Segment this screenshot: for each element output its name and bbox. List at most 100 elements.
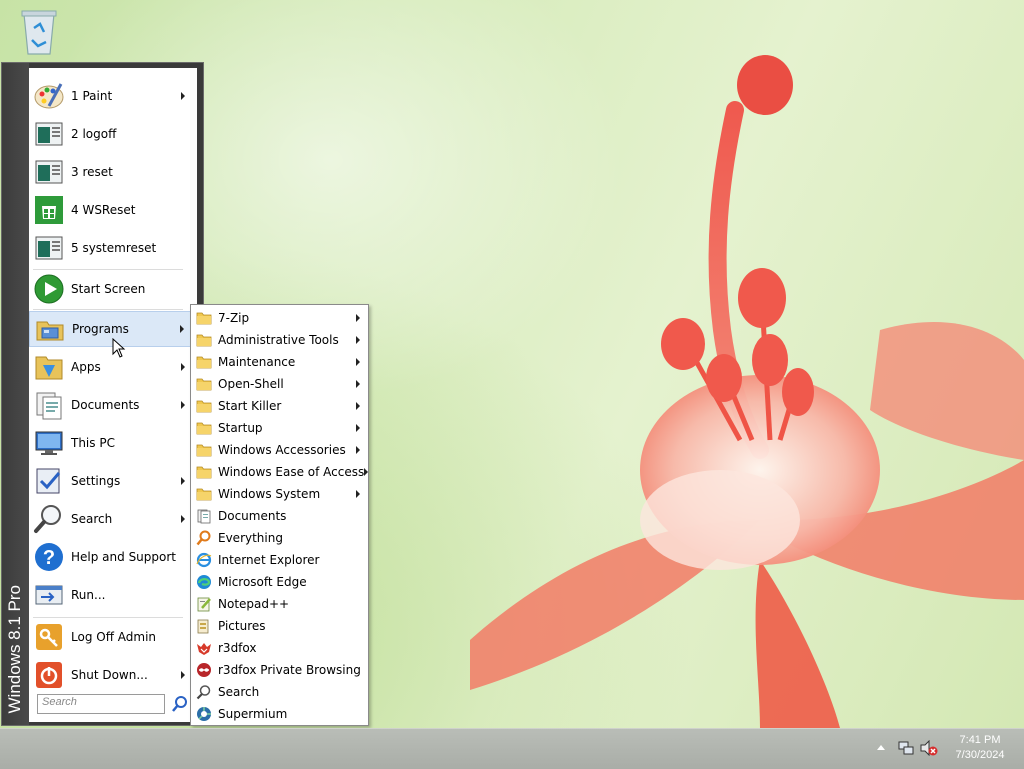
menu-item-log-off[interactable]: Log Off Admin [29, 619, 191, 655]
submenu-item-maintenance[interactable]: Maintenance [193, 351, 366, 373]
submenu-item-windows-ease-of-access[interactable]: Windows Ease of Access [193, 461, 369, 483]
clock-date: 7/30/2024 [955, 749, 1005, 761]
menu-item-wsreset[interactable]: 4 WSReset [29, 192, 191, 228]
submenu-item-label: Start Killer [218, 399, 282, 413]
menu-item-apps[interactable]: Apps [29, 349, 191, 385]
menu-item-label: Help and Support [71, 550, 176, 564]
start-menu-panel: 1 Paint 2 logoff 3 reset 4 WSReset 5 sys… [29, 68, 197, 722]
folder-icon [196, 312, 212, 325]
submenu-arrow-icon [356, 336, 360, 344]
submenu-item-everything[interactable]: Everything [193, 527, 366, 549]
start-menu-brand-bar: Windows 8.1 Pro [2, 63, 29, 725]
menu-item-programs[interactable]: Programs [29, 311, 191, 347]
menu-item-paint[interactable]: 1 Paint [29, 78, 191, 114]
submenu-arrow-icon [356, 314, 360, 322]
clock[interactable]: 7:41 PM 7/30/2024 [948, 733, 1012, 763]
submenu-item-label: r3dfox [218, 641, 257, 655]
submenu-arrow-icon [181, 363, 185, 371]
documents-small-icon [197, 509, 211, 524]
svg-text:?: ? [43, 547, 55, 569]
submenu-item-search[interactable]: Search [193, 681, 366, 703]
menu-item-run[interactable]: Run... [29, 577, 191, 613]
network-icon[interactable] [898, 740, 914, 756]
menu-item-label: Documents [71, 398, 140, 412]
logoff-icon [36, 624, 62, 650]
submenu-item-label: Documents [218, 509, 287, 523]
folder-icon [196, 356, 212, 369]
submenu-item-administrative-tools[interactable]: Administrative Tools [193, 329, 366, 351]
computer-icon [35, 431, 63, 455]
r3dfox-private-icon [197, 663, 211, 677]
folder-icon [196, 444, 212, 457]
submenu-item-7-zip[interactable]: 7-Zip [193, 307, 366, 329]
submenu-item-label: Startup [218, 421, 263, 435]
menu-item-help[interactable]: ? Help and Support [29, 539, 191, 575]
menu-item-systemreset[interactable]: 5 systemreset [29, 230, 191, 266]
folder-icon [196, 488, 212, 501]
submenu-item-label: Open-Shell [218, 377, 284, 391]
submenu-item-startup[interactable]: Startup [193, 417, 366, 439]
settings-icon [36, 468, 61, 494]
submenu-arrow-icon [356, 424, 360, 432]
submenu-item-label: Maintenance [218, 355, 296, 369]
submenu-arrow-icon [181, 515, 185, 523]
submenu-arrow-icon [356, 402, 360, 410]
recycle-bin-icon[interactable] [18, 6, 60, 56]
brand-label: Windows 8.1 Pro [5, 584, 24, 714]
submenu-item-notepad[interactable]: Notepad++ [193, 593, 366, 615]
submenu-item-internet-explorer[interactable]: Internet Explorer [193, 549, 366, 571]
shortcut-icon [35, 160, 63, 184]
volume-muted-icon[interactable] [920, 740, 938, 756]
submenu-item-label: Windows Accessories [218, 443, 346, 457]
menu-item-label: 4 WSReset [71, 203, 136, 217]
taskbar: 7:41 PM 7/30/2024 [0, 728, 1024, 769]
menu-item-label: Run... [71, 588, 106, 602]
submenu-item-pictures[interactable]: Pictures [193, 615, 366, 637]
help-icon: ? [35, 543, 63, 571]
submenu-arrow-icon [180, 325, 184, 333]
search-button-icon[interactable] [171, 695, 189, 713]
folder-icon [196, 334, 212, 347]
menu-item-shut-down[interactable]: Shut Down... [29, 657, 191, 693]
shortcut-icon [35, 236, 63, 260]
shortcut-icon [35, 122, 63, 146]
run-icon [35, 585, 63, 605]
menu-item-start-screen[interactable]: Start Screen [29, 271, 191, 307]
menu-item-logoff-shortcut[interactable]: 2 logoff [29, 116, 191, 152]
submenu-arrow-icon [364, 468, 369, 476]
mouse-cursor-icon [112, 338, 126, 358]
show-hidden-icons-icon[interactable] [877, 745, 885, 750]
menu-item-documents[interactable]: Documents [29, 387, 191, 423]
submenu-arrow-icon [181, 671, 185, 679]
start-search-input[interactable]: Search [37, 694, 165, 714]
menu-item-label: Start Screen [71, 282, 146, 296]
submenu-item-supermium[interactable]: Supermium [193, 703, 366, 725]
submenu-arrow-icon [181, 401, 185, 409]
menu-item-settings[interactable]: Settings [29, 463, 191, 499]
r3dfox-icon [197, 643, 211, 655]
folder-icon [196, 466, 212, 479]
menu-item-search[interactable]: Search [29, 501, 191, 537]
submenu-item-r3dfox[interactable]: r3dfox [193, 637, 366, 659]
edge-icon [197, 575, 211, 589]
menu-item-this-pc[interactable]: This PC [29, 425, 191, 461]
submenu-item-r3dfox-private-browsing[interactable]: r3dfox Private Browsing [193, 659, 366, 681]
documents-icon [36, 392, 62, 420]
menu-item-reset-shortcut[interactable]: 3 reset [29, 154, 191, 190]
programs-submenu: 7-Zip Administrative Tools Maintenance Open… [190, 304, 369, 726]
submenu-item-windows-system[interactable]: Windows System [193, 483, 366, 505]
submenu-item-documents[interactable]: Documents [193, 505, 366, 527]
submenu-item-label: r3dfox Private Browsing [218, 663, 361, 677]
menu-item-label: Programs [72, 322, 129, 336]
menu-item-label: Log Off Admin [71, 630, 157, 644]
submenu-item-label: Windows Ease of Access [218, 465, 365, 479]
play-icon [34, 274, 64, 304]
submenu-item-start-killer[interactable]: Start Killer [193, 395, 366, 417]
submenu-item-windows-accessories[interactable]: Windows Accessories [193, 439, 366, 461]
menu-item-label: 1 Paint [71, 89, 113, 103]
submenu-arrow-icon [356, 446, 360, 454]
submenu-item-label: 7-Zip [218, 311, 250, 325]
submenu-item-open-shell[interactable]: Open-Shell [193, 373, 366, 395]
submenu-item-label: Administrative Tools [218, 333, 339, 347]
submenu-item-microsoft-edge[interactable]: Microsoft Edge [193, 571, 366, 593]
